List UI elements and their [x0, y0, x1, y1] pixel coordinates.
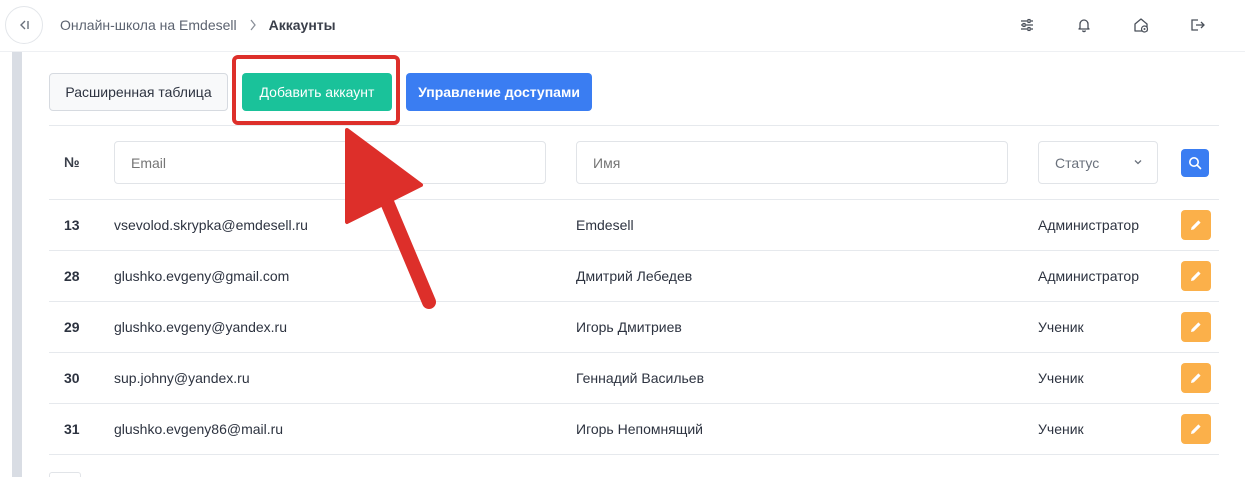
- breadcrumb-current: Аккаунты: [268, 17, 336, 33]
- row-email: glushko.evgeny@gmail.com: [114, 268, 290, 284]
- row-number: 13: [64, 217, 80, 233]
- search-icon: [1189, 157, 1202, 170]
- row-name: Дмитрий Лебедев: [576, 268, 693, 284]
- table-top-divider: [49, 125, 1219, 126]
- row-number: 31: [64, 421, 80, 437]
- top-bar: Онлайн-школа на Emdesell Аккаунты: [0, 0, 1245, 52]
- collapse-left-icon: [20, 20, 29, 30]
- search-button[interactable]: [1181, 149, 1209, 177]
- row-status: Ученик: [1038, 421, 1084, 437]
- row-email: glushko.evgeny@yandex.ru: [114, 319, 287, 335]
- row-status: Администратор: [1038, 217, 1140, 233]
- sidebar-edge: [12, 52, 22, 477]
- row-name: Emdesell: [576, 217, 634, 233]
- annotation-highlight-box: [232, 55, 400, 125]
- breadcrumb-parent-link[interactable]: Онлайн-школа на Emdesell: [60, 17, 237, 33]
- row-email: sup.johny@yandex.ru: [114, 370, 250, 386]
- pencil-icon: [1191, 424, 1201, 434]
- sliders-icon[interactable]: [1017, 15, 1037, 35]
- row-email: glushko.evgeny86@mail.ru: [114, 421, 284, 437]
- logout-icon[interactable]: [1188, 15, 1208, 35]
- collapse-sidebar-button[interactable]: [5, 6, 43, 44]
- edit-button[interactable]: [1181, 363, 1211, 393]
- access-management-button[interactable]: Управление доступами: [406, 73, 592, 111]
- home-settings-icon[interactable]: [1131, 15, 1151, 35]
- row-name: Игорь Дмитриев: [576, 319, 682, 335]
- status-filter-select[interactable]: Статус: [1038, 141, 1158, 184]
- email-filter-input[interactable]: [114, 141, 546, 184]
- row-number: 29: [64, 319, 80, 335]
- chevron-right-icon: [249, 19, 257, 31]
- table-divider: [49, 301, 1219, 302]
- extended-table-button[interactable]: Расширенная таблица: [49, 73, 228, 111]
- pencil-icon: [1191, 373, 1201, 383]
- pencil-icon: [1191, 271, 1201, 281]
- edit-button[interactable]: [1181, 312, 1211, 342]
- annotation-arrow-icon: [345, 128, 436, 309]
- status-filter-value: Статус: [1055, 154, 1100, 171]
- row-status: Ученик: [1038, 319, 1084, 335]
- table-divider: [49, 199, 1219, 200]
- table-divider: [49, 250, 1219, 251]
- edit-button[interactable]: [1181, 210, 1211, 240]
- row-name: Игорь Непомнящий: [576, 421, 703, 437]
- row-number: 30: [64, 370, 80, 386]
- pencil-icon: [1191, 220, 1201, 230]
- pencil-icon: [1191, 322, 1201, 332]
- chevron-down-icon: [1134, 160, 1142, 165]
- breadcrumb: Онлайн-школа на Emdesell Аккаунты: [60, 17, 336, 33]
- column-header-number: №: [64, 154, 80, 170]
- name-filter-input[interactable]: [576, 141, 1008, 184]
- edit-button[interactable]: [1181, 261, 1211, 291]
- row-name: Геннадий Васильев: [576, 370, 705, 386]
- table-divider: [49, 352, 1219, 353]
- table-divider: [49, 454, 1219, 455]
- row-email: vsevolod.skrypka@emdesell.ru: [114, 217, 308, 233]
- table-divider: [49, 403, 1219, 404]
- row-number: 28: [64, 268, 80, 284]
- row-status: Ученик: [1038, 370, 1084, 386]
- edit-button[interactable]: [1181, 414, 1211, 444]
- pagination-select[interactable]: [49, 472, 81, 477]
- row-status: Администратор: [1038, 268, 1140, 284]
- bell-icon[interactable]: [1074, 15, 1094, 35]
